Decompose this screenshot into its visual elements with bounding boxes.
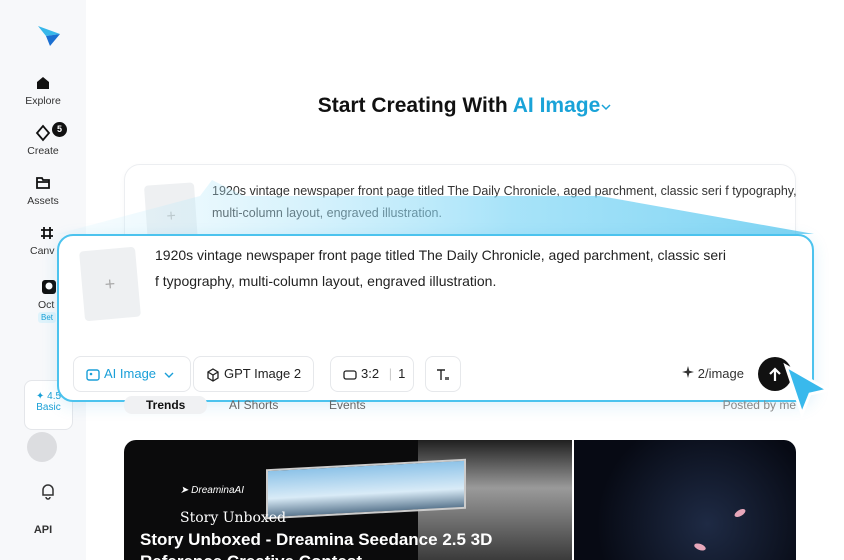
- notification-badge: 5: [52, 122, 67, 137]
- home-icon: [37, 77, 49, 89]
- sidebar-item-label: Canv: [30, 245, 55, 257]
- sparkle-icon: [682, 366, 695, 378]
- featured-banner[interactable]: ➤ DreaminaAI Story Unboxed Story Unboxed…: [124, 440, 572, 560]
- banner-brand-text: DreaminaAI: [191, 485, 244, 496]
- text-style-icon: [437, 368, 449, 380]
- sparkle-diamond-icon: [35, 124, 51, 142]
- image-upload-placeholder[interactable]: +: [79, 246, 141, 322]
- featured-banner-secondary[interactable]: [574, 440, 796, 560]
- tab-events[interactable]: Events: [329, 398, 366, 412]
- page-title: Start Creating With AI Image: [86, 94, 844, 118]
- ratio-label: 3:2: [361, 366, 380, 381]
- mode-label: AI Image: [104, 366, 157, 381]
- dreamina-logo[interactable]: [36, 24, 62, 48]
- banner-title: Story Unboxed - Dreamina Seedance 2.5 3D…: [140, 530, 493, 560]
- petal-shape: [733, 507, 747, 519]
- mode-dropdown[interactable]: AI Image: [73, 356, 191, 392]
- sidebar-item-label: Oct: [38, 299, 55, 311]
- sidebar-item-assets[interactable]: Assets: [0, 174, 86, 207]
- aspect-ratio-dropdown[interactable]: 3:2 | 1: [330, 356, 415, 392]
- sidebar-item-label: Create: [27, 145, 59, 157]
- hash-icon: [41, 227, 53, 239]
- sidebar-item-create[interactable]: 5 Create: [0, 122, 86, 157]
- cost-label: 2/image: [697, 366, 744, 381]
- title-prefix: Start Creating With: [317, 94, 508, 117]
- chevron-down-icon: [164, 372, 174, 378]
- bell-icon[interactable]: [40, 482, 56, 500]
- banner-subtitle: Story Unboxed: [180, 510, 287, 526]
- banner-brand: ➤ DreaminaAI: [180, 485, 244, 496]
- plan-label: Basic: [36, 402, 61, 413]
- folder-icon: [36, 177, 50, 189]
- posted-by-filter[interactable]: Posted by me: [723, 398, 796, 412]
- image-count: 1: [398, 366, 406, 381]
- chevron-down-icon: [601, 104, 611, 111]
- beta-badge: Bet: [38, 312, 57, 323]
- mode-switch-label: AI Image: [512, 94, 601, 117]
- api-link[interactable]: API: [0, 524, 86, 536]
- cube-icon: [207, 367, 219, 382]
- composer-toolbar: AI Image GPT Image 2 3:2 | 1 2/image: [73, 356, 798, 392]
- feed-tabs: Trends AI Shorts Events Posted by me: [124, 392, 796, 422]
- text-style-button[interactable]: [425, 356, 461, 392]
- image-icon: [86, 368, 100, 381]
- prompt-line: 1920s vintage newspaper front page title…: [155, 247, 726, 263]
- prompt-line: f typography, multi-column layout, engra…: [155, 273, 497, 289]
- banner-cinema-screen: [266, 458, 466, 520]
- ratio-icon: [343, 369, 357, 380]
- avatar[interactable]: [27, 432, 57, 462]
- sidebar-item-label: Assets: [27, 195, 59, 207]
- sidebar-item-explore[interactable]: Explore: [0, 74, 86, 107]
- sidebar-item-label: Explore: [25, 95, 61, 107]
- prompt-background-content: 1920s vintage newspaper front page title…: [212, 184, 797, 220]
- arrow-up-icon: [769, 367, 781, 382]
- tab-ai-shorts[interactable]: AI Shorts: [229, 398, 278, 412]
- prompt-input[interactable]: 1920s vintage newspaper front page title…: [155, 242, 800, 294]
- model-label: GPT Image 2: [224, 366, 302, 381]
- prompt-background-text: 1920s vintage newspaper front page title…: [212, 180, 802, 224]
- cost-indicator: 2/image: [682, 356, 744, 392]
- mode-switch[interactable]: AI Image: [513, 94, 613, 117]
- petal-shape: [693, 542, 707, 552]
- octo-icon: [42, 280, 56, 294]
- prompt-composer: + 1920s vintage newspaper front page tit…: [57, 234, 814, 402]
- tab-trends[interactable]: Trends: [124, 396, 208, 414]
- model-dropdown[interactable]: GPT Image 2: [193, 356, 315, 392]
